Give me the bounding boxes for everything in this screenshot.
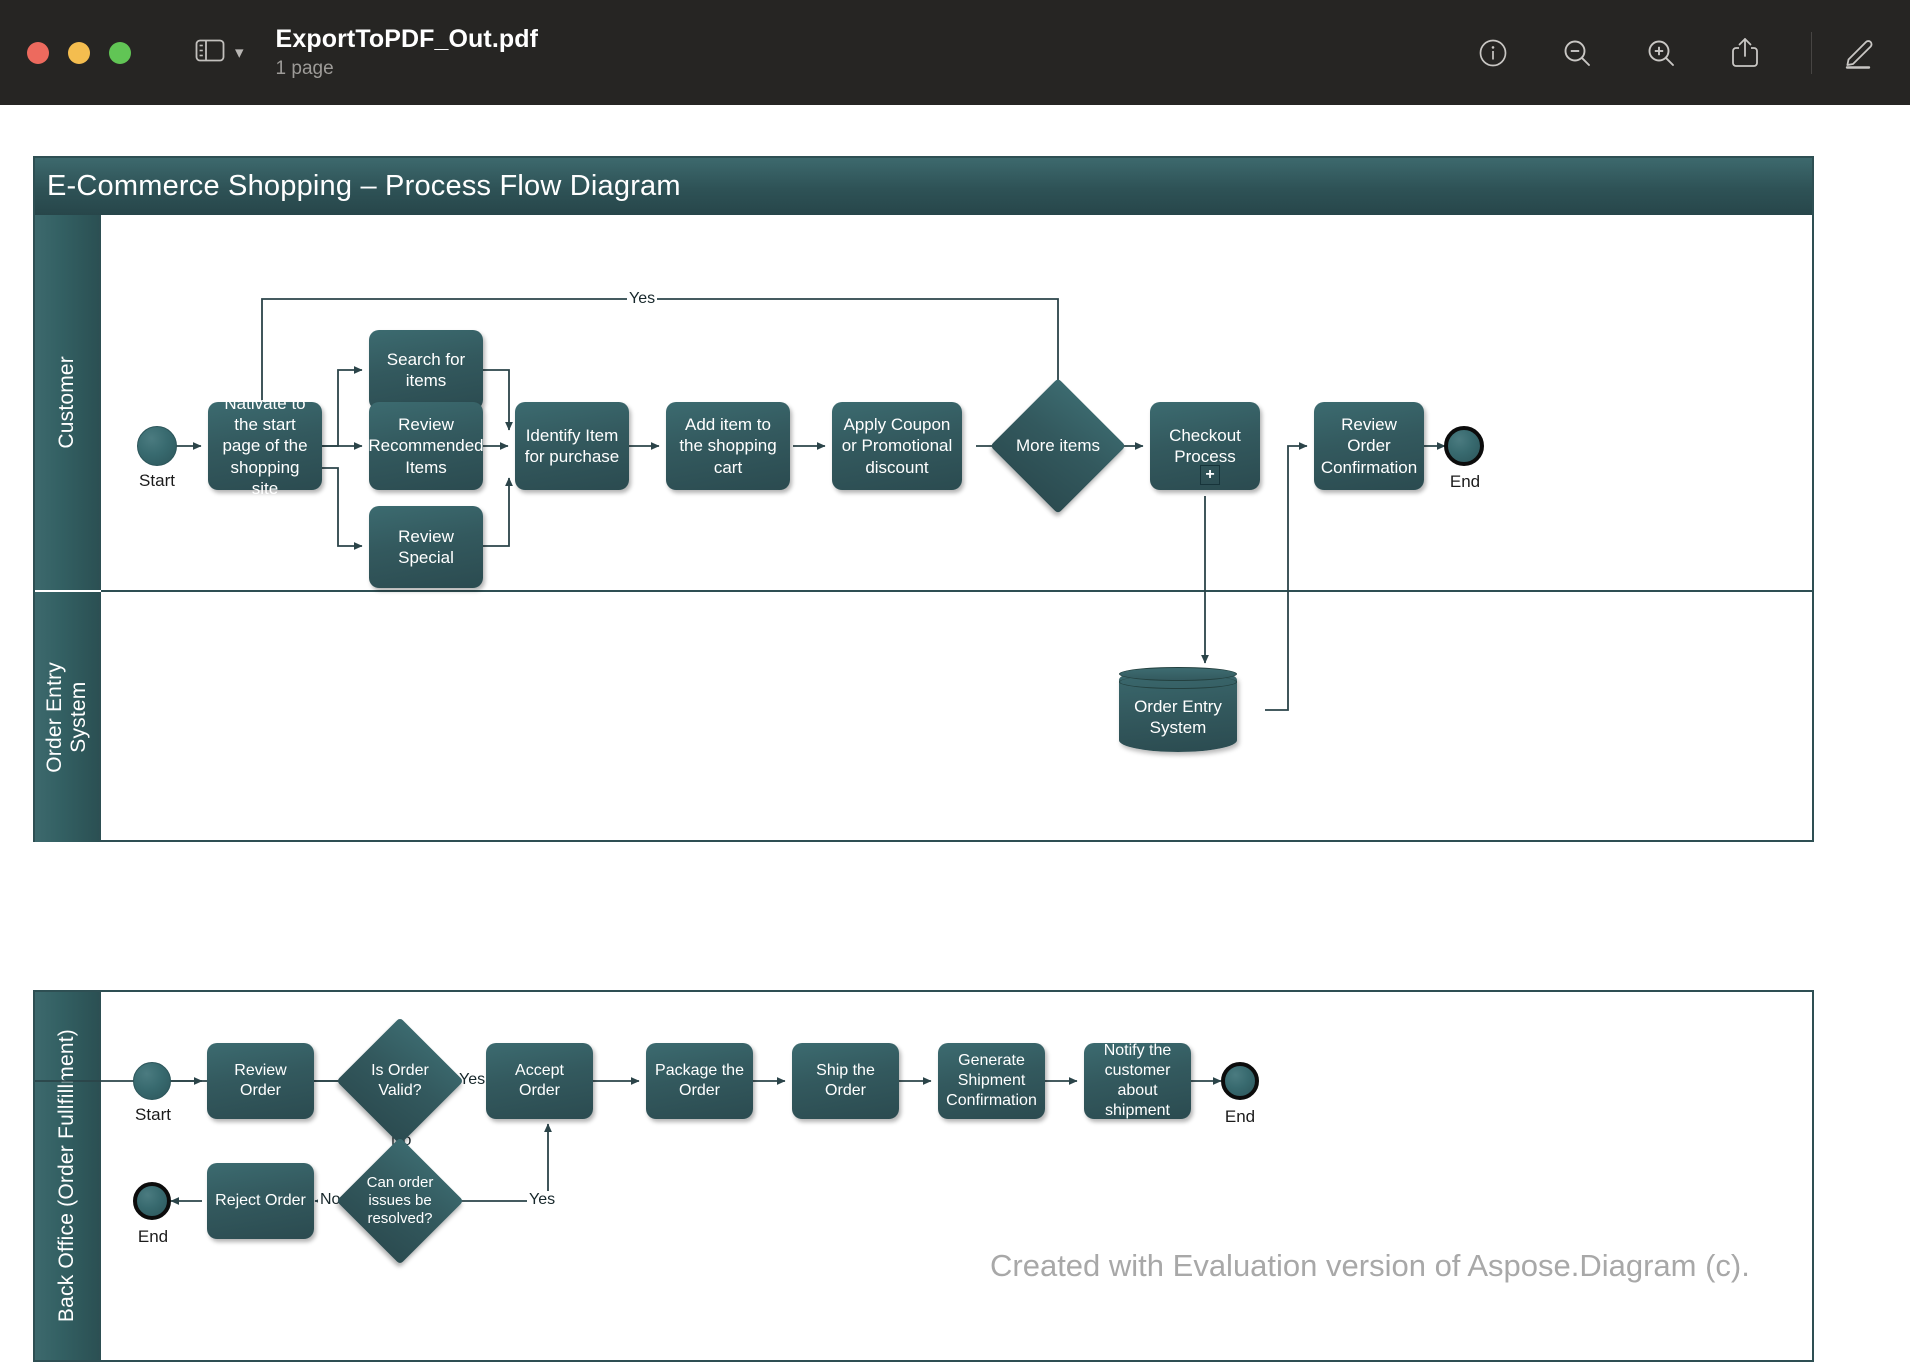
subprocess-plus-marker[interactable]: +: [1200, 465, 1220, 485]
zoom-in-icon[interactable]: [1641, 33, 1681, 73]
gateway-is-order-valid[interactable]: Is Order Valid?: [336, 1017, 464, 1145]
close-window-button[interactable]: [27, 41, 49, 64]
window-titlebar: ▾ ExportToPDF_Out.pdf 1 page: [0, 0, 1910, 105]
evaluation-watermark: Created with Evaluation version of Aspos…: [990, 1248, 1750, 1283]
task-review-special[interactable]: Review Special: [369, 506, 483, 588]
document-page-count: 1 page: [275, 57, 334, 79]
start-event-back-office: [133, 1062, 171, 1100]
task-navigate[interactable]: Nativate to the start page of the shoppi…: [208, 394, 322, 498]
lane-label-order-entry-system-text: Order Entry System: [42, 661, 90, 773]
end-event-back-office-reject-label: End: [137, 1227, 169, 1246]
task-checkout-process-label: Checkout Process: [1169, 425, 1241, 466]
task-apply-coupon[interactable]: Apply Coupon or Promotional discount: [832, 402, 962, 490]
task-reject-order[interactable]: Reject Order: [207, 1163, 314, 1239]
flow-label-resolve-yes: Yes: [527, 1191, 558, 1209]
task-generate-shipment-confirmation[interactable]: Generate Shipment Confirmation: [938, 1043, 1045, 1119]
gateway-can-order-issues-be-resolved[interactable]: Can order issues be resolved?: [336, 1137, 464, 1265]
lane-label-customer-text: Customer: [54, 356, 78, 449]
task-review-order[interactable]: Review Order: [207, 1043, 314, 1119]
zoom-window-button[interactable]: [109, 41, 131, 64]
pdf-page: E-Commerce Shopping – Process Flow Diagr…: [0, 105, 1910, 1362]
zoom-out-icon[interactable]: [1557, 33, 1597, 73]
task-accept-order[interactable]: Accept Order: [486, 1043, 593, 1119]
toolbar-divider: [1811, 31, 1812, 74]
document-title-group: ExportToPDF_Out.pdf 1 page: [276, 25, 539, 80]
gateway-is-order-valid-label: Is Order Valid?: [371, 1062, 429, 1099]
traffic-light-group: [27, 41, 131, 64]
start-event-customer: [137, 426, 177, 466]
toolbar-right: [1473, 31, 1910, 74]
start-event-customer-label: Start: [139, 471, 175, 490]
info-icon[interactable]: [1473, 33, 1513, 73]
lane-divider: [101, 590, 1812, 592]
lane-label-customer: Customer: [35, 215, 101, 590]
end-event-back-office-success: [1221, 1062, 1259, 1100]
lane-label-back-office-text: Back Office (Order Fullfillment): [54, 1029, 78, 1323]
task-identify-item[interactable]: Identify Item for purchase: [515, 402, 629, 490]
task-notify-customer[interactable]: Notify the customer about shipment: [1084, 1042, 1191, 1119]
minimize-window-button[interactable]: [68, 41, 90, 64]
gateway-more-items-label: More items: [1015, 435, 1101, 455]
data-store-label: Order Entry System: [1134, 696, 1222, 737]
start-event-back-office-label: Start: [135, 1105, 171, 1124]
document-title: ExportToPDF_Out.pdf: [275, 25, 539, 54]
lane-label-back-office: Back Office (Order Fullfillment): [35, 992, 101, 1360]
task-checkout-process[interactable]: Checkout Process +: [1150, 402, 1260, 490]
diagram-title: E-Commerce Shopping – Process Flow Diagr…: [35, 158, 1812, 215]
end-event-customer: [1444, 426, 1484, 466]
gateway-more-items[interactable]: More items: [990, 378, 1126, 514]
task-add-item-to-cart[interactable]: Add item to the shopping cart: [666, 402, 790, 490]
markup-pen-icon[interactable]: [1840, 33, 1880, 73]
gateway-can-resolve-label: Can order issues be resolved?: [366, 1173, 434, 1228]
data-store-order-entry-system[interactable]: Order Entry System: [1119, 667, 1237, 752]
chevron-down-icon[interactable]: ▾: [235, 44, 244, 61]
task-package-the-order[interactable]: Package the Order: [646, 1043, 753, 1119]
task-search-for-items[interactable]: Search for items: [369, 330, 483, 410]
end-event-back-office-reject: [133, 1182, 171, 1220]
task-review-order-confirmation[interactable]: Review Order Confirmation: [1314, 402, 1424, 490]
sidebar-toggle-group[interactable]: ▾: [195, 38, 244, 68]
pool-ecommerce: E-Commerce Shopping – Process Flow Diagr…: [33, 156, 1814, 842]
lane-label-order-entry-system: Order Entry System: [35, 592, 101, 842]
pool-back-office: Back Office (Order Fullfillment) Yes No …: [33, 990, 1814, 1362]
task-ship-the-order[interactable]: Ship the Order: [792, 1043, 899, 1119]
sidebar-icon[interactable]: [195, 38, 225, 68]
end-event-back-office-success-label: End: [1224, 1107, 1256, 1126]
flow-label-yes-more-items: Yes: [627, 290, 658, 308]
share-icon[interactable]: [1725, 33, 1765, 73]
end-event-customer-label: End: [1449, 472, 1481, 491]
task-review-recommended-items[interactable]: Review Recommended Items: [368, 402, 484, 490]
